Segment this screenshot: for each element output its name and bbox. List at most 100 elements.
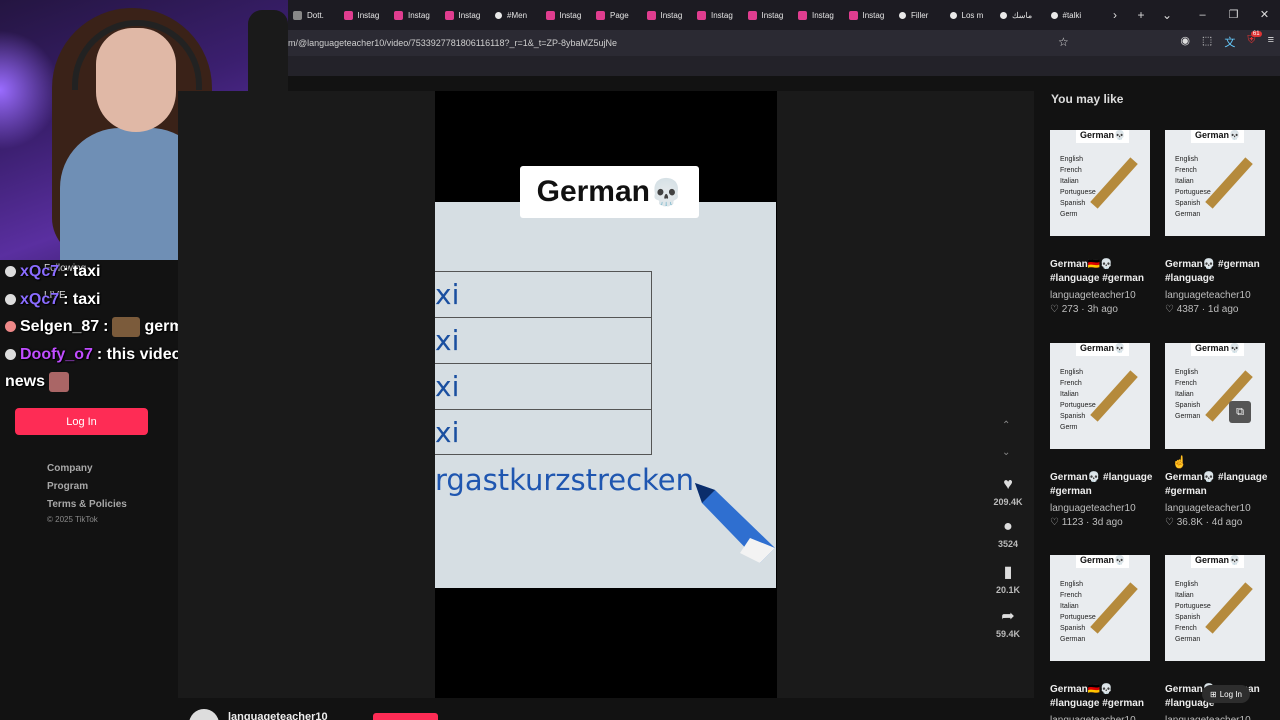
thumbnail-row-text: Portuguese: [1175, 189, 1211, 196]
video-thumbnail[interactable]: German💀 English French Italian Portuguese Spa…: [1050, 130, 1150, 236]
browser-tab[interactable]: ماسك: [995, 0, 1046, 30]
browser-tab[interactable]: Instag: [692, 0, 743, 30]
card-username[interactable]: languageteacher10: [1050, 290, 1136, 301]
video-thumbnail[interactable]: German💀 English French Italian Portuguese Spa…: [1165, 130, 1265, 236]
tab-label: Filler: [911, 10, 929, 20]
login-chip[interactable]: ⊞ Log In: [1202, 685, 1250, 703]
browser-tab[interactable]: Page: [591, 0, 642, 30]
screen: { "browser": { "tabs": [ {"label": "Dott…: [0, 0, 1280, 720]
browser-tab[interactable]: Instag: [339, 0, 390, 30]
comment-action[interactable]: ● 3524: [992, 518, 1024, 549]
browser-tab[interactable]: Instag: [793, 0, 844, 30]
previous-video-icon[interactable]: ⌃: [1002, 420, 1010, 431]
thumbnail-rows: English French Italian Portuguese Spanish Ger…: [1175, 154, 1211, 220]
popout-icon[interactable]: ⧉: [1229, 401, 1251, 423]
video-thumbnail[interactable]: German💀 English French Italian Portuguese Spa…: [1050, 555, 1150, 661]
tab-label: Instag: [660, 10, 683, 20]
footer-link-program[interactable]: Program: [47, 481, 88, 492]
card-like-count: 36.8K: [1176, 517, 1203, 528]
thumbnail-row-text: Germ: [1060, 211, 1078, 218]
save-action[interactable]: ▮ 20.1K: [992, 562, 1024, 595]
instagram-icon: [444, 10, 454, 20]
thumbnail-rows: English French Italian Spanish German: [1175, 367, 1200, 422]
follow-button[interactable]: [373, 713, 438, 720]
comment-icon[interactable]: ●: [992, 518, 1024, 536]
pencil-image: [1205, 157, 1253, 209]
translate-icon[interactable]: 文: [1224, 34, 1235, 50]
author-handle[interactable]: languageteacher10: [228, 711, 328, 720]
tiktok-icon: [1050, 11, 1058, 19]
video-thumbnail[interactable]: German💀 English French Italian Portuguese Spa…: [1050, 343, 1150, 449]
card-title[interactable]: German💀 #german #language: [1165, 258, 1275, 286]
share-icon[interactable]: ➦: [992, 606, 1024, 626]
video-thumbnail[interactable]: German💀 English French Italian Spanish German: [1165, 343, 1265, 449]
card-username[interactable]: languageteacher10: [1165, 715, 1251, 720]
chat-text: news: [5, 373, 46, 390]
ublock-icon[interactable]: ⛨ 61: [1247, 31, 1262, 50]
address-bar[interactable]: m/@languageteacher10/video/7533927781806…: [288, 30, 1280, 56]
new-tab-plus-icon[interactable]: +: [1128, 8, 1154, 22]
heart-icon[interactable]: ♥: [992, 476, 1024, 494]
tiktok-icon: [1000, 11, 1007, 19]
footer-link-company[interactable]: Company: [47, 463, 93, 474]
close-icon[interactable]: ✕: [1249, 0, 1280, 30]
chevron-down-icon[interactable]: ⌄: [1154, 8, 1180, 22]
chevron-right-icon[interactable]: ›: [1102, 8, 1128, 22]
instagram-icon: [545, 10, 555, 20]
thumbnail-label: German💀: [1076, 555, 1130, 568]
url-text[interactable]: m/@languageteacher10/video/7533927781806…: [288, 38, 617, 48]
bookmark-icon[interactable]: ▮: [992, 562, 1024, 582]
menu-icon[interactable]: ≡: [1268, 34, 1274, 50]
tab-label: Instag: [357, 10, 380, 20]
browser-tab[interactable]: #talki: [1046, 0, 1097, 30]
card-username[interactable]: languageteacher10: [1165, 503, 1251, 514]
table-row: xi: [435, 317, 652, 363]
browser-tab[interactable]: Dott.: [288, 0, 339, 30]
heart-outline-icon: ♡: [1050, 517, 1062, 528]
next-video-icon[interactable]: ⌄: [1002, 447, 1010, 458]
thumbnail-rows: English French Italian Portuguese Spanish Ger…: [1060, 154, 1096, 220]
sidebar-login-button[interactable]: Log In: [15, 408, 148, 435]
tab-label: Page: [610, 10, 629, 20]
card-username[interactable]: languageteacher10: [1050, 503, 1136, 514]
emote-image: [49, 371, 70, 392]
card-meta: ♡ 36.8K · 4d ago: [1165, 517, 1243, 528]
card-title[interactable]: German💀 #language #german: [1050, 471, 1160, 499]
thumbnail-row-text: German: [1060, 636, 1086, 643]
like-action[interactable]: ♥ 209.4K: [992, 476, 1024, 507]
thumbnail-row-text: Portuguese: [1175, 603, 1211, 610]
heart-outline-icon: ♡: [1165, 304, 1177, 315]
browser-tab[interactable]: Instag: [844, 0, 895, 30]
card-title[interactable]: German🇩🇪💀 #language #german: [1050, 683, 1160, 711]
thumbnail-row-text: French: [1175, 167, 1197, 174]
browser-tab[interactable]: Instag: [642, 0, 693, 30]
video-thumbnail[interactable]: German💀 English Italian Portuguese Spanish Fr…: [1165, 555, 1265, 661]
instagram-icon: [848, 10, 858, 20]
card-title[interactable]: German🇩🇪💀 #language #german: [1050, 258, 1160, 286]
tiktok-icon: [899, 11, 906, 19]
card-username[interactable]: languageteacher10: [1165, 290, 1251, 301]
browser-tab[interactable]: Los m: [945, 0, 996, 30]
restore-icon[interactable]: ❐: [1218, 0, 1249, 30]
browser-tab[interactable]: Instag: [541, 0, 592, 30]
card-username[interactable]: languageteacher10: [1050, 715, 1136, 720]
card-title[interactable]: German💀 #language #german: [1165, 471, 1275, 499]
share-action[interactable]: ➦ 59.4K: [992, 606, 1024, 639]
grid-icon: ⊞: [1210, 689, 1217, 699]
browser-tab[interactable]: Filler: [894, 0, 945, 30]
thumbnail-row-text: French: [1060, 167, 1082, 174]
footer-link-terms[interactable]: Terms & Policies: [47, 499, 127, 510]
bookmark-star-icon[interactable]: ☆: [1058, 35, 1069, 49]
browser-tab[interactable]: Instag: [743, 0, 794, 30]
instagram-icon: [798, 10, 807, 20]
thumbnail-rows: English Italian Portuguese Spanish French Ger…: [1175, 579, 1211, 645]
minimize-icon[interactable]: –: [1187, 0, 1218, 30]
account-icon[interactable]: ◉: [1180, 34, 1190, 50]
instagram-icon: [747, 10, 757, 20]
browser-tab[interactable]: #Men: [490, 0, 541, 30]
browser-tab[interactable]: Instag: [389, 0, 440, 30]
extensions-icon[interactable]: ⬚: [1202, 34, 1212, 50]
chat-username: Doofy_o7: [20, 345, 93, 363]
tab-list: Dott. Instag Instag Instag #Men Instag Page Ins…: [288, 0, 1096, 30]
browser-tab[interactable]: Instag: [440, 0, 491, 30]
